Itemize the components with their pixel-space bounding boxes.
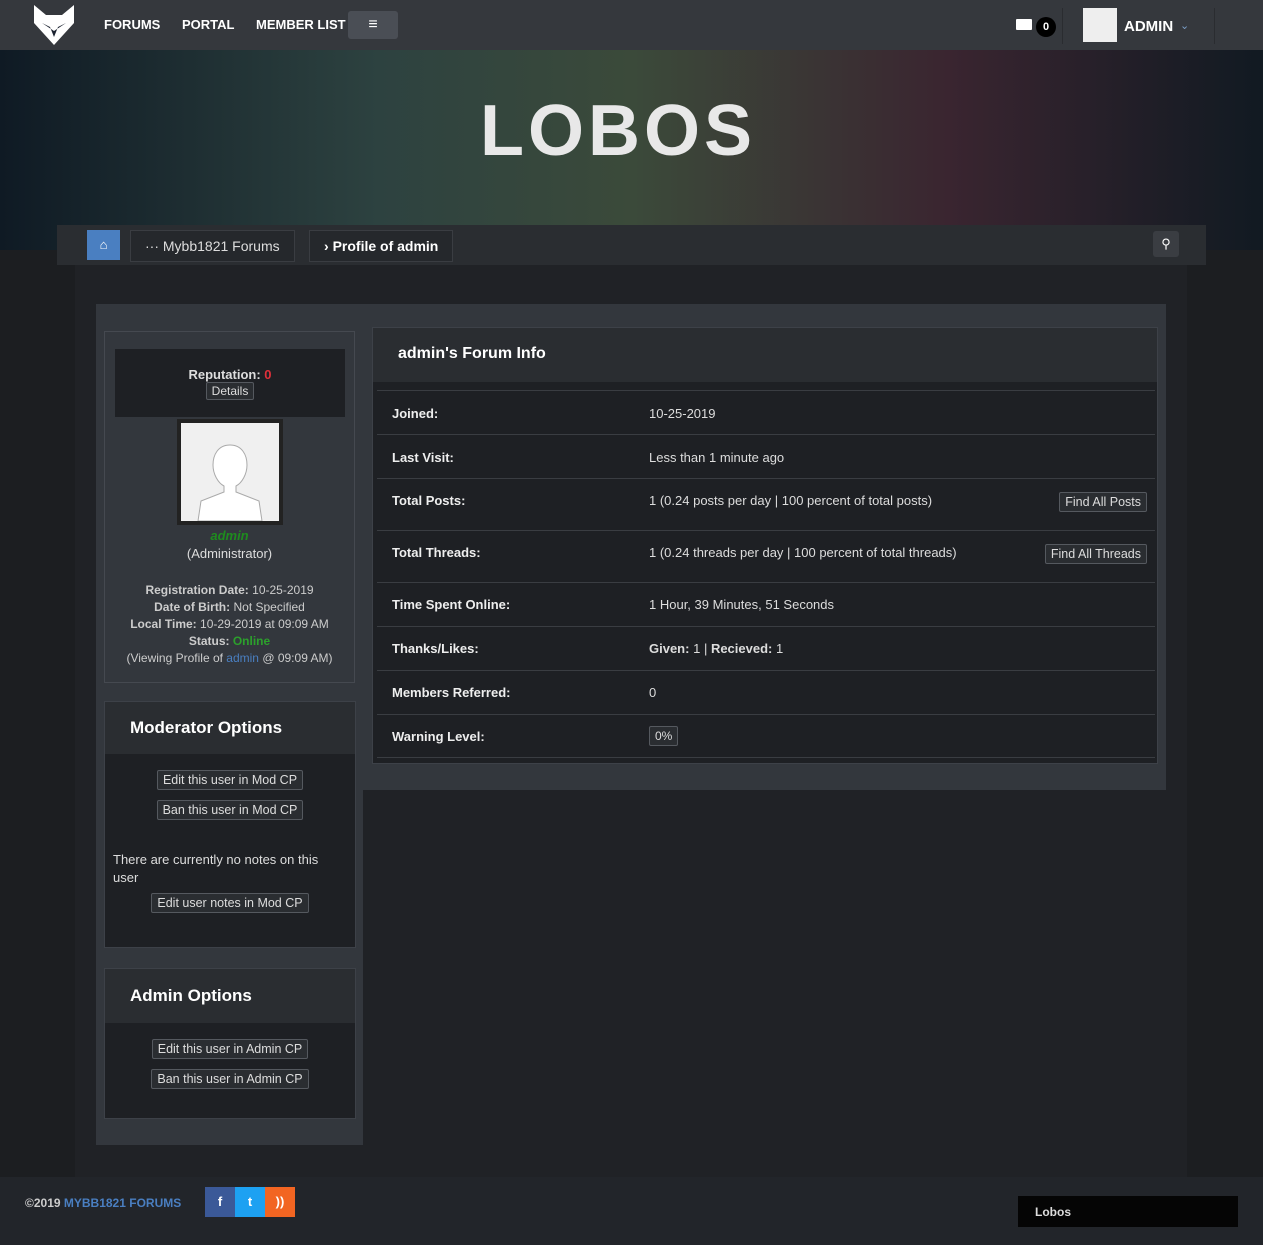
reg-label: Registration Date: <box>145 583 249 597</box>
dob-label: Date of Birth: <box>154 600 231 614</box>
breadcrumb-current-label: Profile of admin <box>332 238 439 254</box>
theme-selector[interactable]: Lobos <box>1018 1196 1238 1227</box>
top-nav: FORUMS PORTAL MEMBER LIST ≡ 0 ADMIN ⌄ <box>0 0 1263 50</box>
row-label: Members Referred: <box>392 685 511 700</box>
status-label: Status: <box>188 634 230 648</box>
forum-info-table: admin's Forum Info Joined: 10-25-2019 Las… <box>372 327 1158 764</box>
twitter-icon[interactable]: t <box>235 1187 265 1217</box>
info-row-joined: Joined: 10-25-2019 <box>377 390 1155 434</box>
row-value: 1 (0.24 posts per day | 100 percent of t… <box>649 493 933 508</box>
facebook-icon[interactable]: f <box>205 1187 235 1217</box>
user-avatar[interactable] <box>1083 8 1117 42</box>
site-logo-icon[interactable] <box>30 3 78 47</box>
local-time-value: 10-29-2019 at 09:09 AM <box>200 617 329 631</box>
envelope-icon[interactable] <box>1016 19 1032 30</box>
info-row-total-threads: Total Threads: 1 (0.24 threads per day | … <box>377 530 1155 582</box>
row-value: Given: 1 | Recieved: 1 <box>649 641 784 656</box>
copyright-text: ©2019 <box>25 1196 64 1210</box>
nav-forums[interactable]: FORUMS <box>104 17 160 32</box>
received-value: 1 <box>775 641 784 656</box>
row-label: Thanks/Likes: <box>392 641 479 656</box>
banner-logo[interactable]: LOBOS <box>480 90 756 172</box>
local-time-label: Local Time: <box>130 617 197 631</box>
row-value: Less than 1 minute ago <box>649 450 785 465</box>
ban-mod-cp-button[interactable]: Ban this user in Mod CP <box>156 800 304 820</box>
rss-icon[interactable]: )) <box>265 1187 295 1217</box>
row-label: Total Threads: <box>392 545 481 560</box>
viewing-prefix: (Viewing Profile of <box>126 651 227 665</box>
forum-info-title: admin's Forum Info <box>373 328 1157 382</box>
profile-details: Registration Date: 10-25-2019 Date of Bi… <box>96 582 363 667</box>
viewing-suffix: @ 09:09 AM) <box>258 651 333 665</box>
reputation-label: Reputation: <box>188 367 261 382</box>
row-label: Time Spent Online: <box>392 597 511 612</box>
info-row-total-posts: Total Posts: 1 (0.24 posts per day | 100 … <box>377 478 1155 530</box>
dob-value: Not Specified <box>233 600 305 614</box>
user-menu[interactable]: ADMIN <box>1124 18 1173 35</box>
find-all-posts-button[interactable]: Find All Posts <box>1059 492 1147 512</box>
row-value: 1 (0.24 threads per day | 100 percent of… <box>649 545 957 560</box>
status-value: Online <box>232 634 271 648</box>
menu-button[interactable]: ≡ <box>348 11 398 39</box>
reputation-box: Reputation: 0 Details <box>115 349 345 417</box>
edit-mod-cp-button[interactable]: Edit this user in Mod CP <box>156 770 304 790</box>
viewing-user-link[interactable]: admin <box>226 651 259 665</box>
given-label: Given: <box>649 641 690 656</box>
row-value: 1 Hour, 39 Minutes, 51 Seconds <box>649 597 835 612</box>
info-row-time-online: Time Spent Online: 1 Hour, 39 Minutes, 51… <box>377 582 1155 626</box>
profile-username: admin <box>210 528 249 543</box>
breadcrumb: ⌂ ··· Mybb1821 Forums › Profile of admin… <box>57 225 1206 265</box>
row-label: Joined: <box>392 406 439 421</box>
chevron-down-icon[interactable]: ⌄ <box>1180 19 1189 32</box>
nav-portal[interactable]: PORTAL <box>182 17 234 32</box>
edit-notes-button[interactable]: Edit user notes in Mod CP <box>151 893 309 913</box>
admin-options-title: Admin Options <box>105 969 355 1023</box>
info-row-warning: Warning Level: 0% <box>377 714 1155 758</box>
ban-admin-cp-button[interactable]: Ban this user in Admin CP <box>151 1069 309 1089</box>
breadcrumb-current: › Profile of admin <box>309 230 454 262</box>
reputation-value: 0 <box>264 367 272 382</box>
footer: ©2019 MYBB1821 FORUMS Lobos <box>0 1177 1263 1245</box>
home-icon[interactable]: ⌂ <box>87 230 120 260</box>
row-label: Warning Level: <box>392 729 485 744</box>
find-all-threads-button[interactable]: Find All Threads <box>1044 544 1147 564</box>
profile-usertitle: (Administrator) <box>186 546 273 561</box>
nav-member-list[interactable]: MEMBER LIST <box>256 17 346 32</box>
reg-value: 10-25-2019 <box>252 583 314 597</box>
moderator-options-title: Moderator Options <box>105 702 355 754</box>
edit-admin-cp-button[interactable]: Edit this user in Admin CP <box>151 1039 309 1059</box>
given-value: 1 <box>693 641 701 656</box>
pm-count-badge[interactable]: 0 <box>1036 17 1056 37</box>
reputation-details-button[interactable]: Details <box>205 382 255 400</box>
received-label: Recieved: <box>710 641 773 656</box>
footer-site-link[interactable]: MYBB1821 FORUMS <box>64 1196 181 1210</box>
profile-sidebar: Reputation: 0 Details admin (Administrat… <box>96 304 363 1145</box>
row-label: Last Visit: <box>392 450 454 465</box>
breadcrumb-forums[interactable]: ··· Mybb1821 Forums <box>130 230 295 262</box>
info-row-thanks: Thanks/Likes: Given: 1 | Recieved: 1 <box>377 626 1155 670</box>
info-row-referred: Members Referred: 0 <box>377 670 1155 714</box>
footer-copyright: ©2019 MYBB1821 FORUMS <box>25 1196 181 1210</box>
breadcrumb-forums-link[interactable]: Mybb1821 Forums <box>163 238 280 254</box>
moderator-options: Moderator Options Edit this user in Mod … <box>104 701 356 948</box>
row-value: 0 <box>649 685 657 700</box>
search-icon[interactable]: ⚲ <box>1153 231 1179 257</box>
warning-level-badge[interactable]: 0% <box>649 726 679 746</box>
row-label: Total Posts: <box>392 493 466 508</box>
row-value: 10-25-2019 <box>649 406 716 421</box>
admin-options: Admin Options Edit this user in Admin CP… <box>104 968 356 1119</box>
profile-avatar <box>177 419 283 525</box>
notes-text: There are currently no notes on this use… <box>113 852 319 885</box>
info-row-last-visit: Last Visit: Less than 1 minute ago <box>377 434 1155 478</box>
